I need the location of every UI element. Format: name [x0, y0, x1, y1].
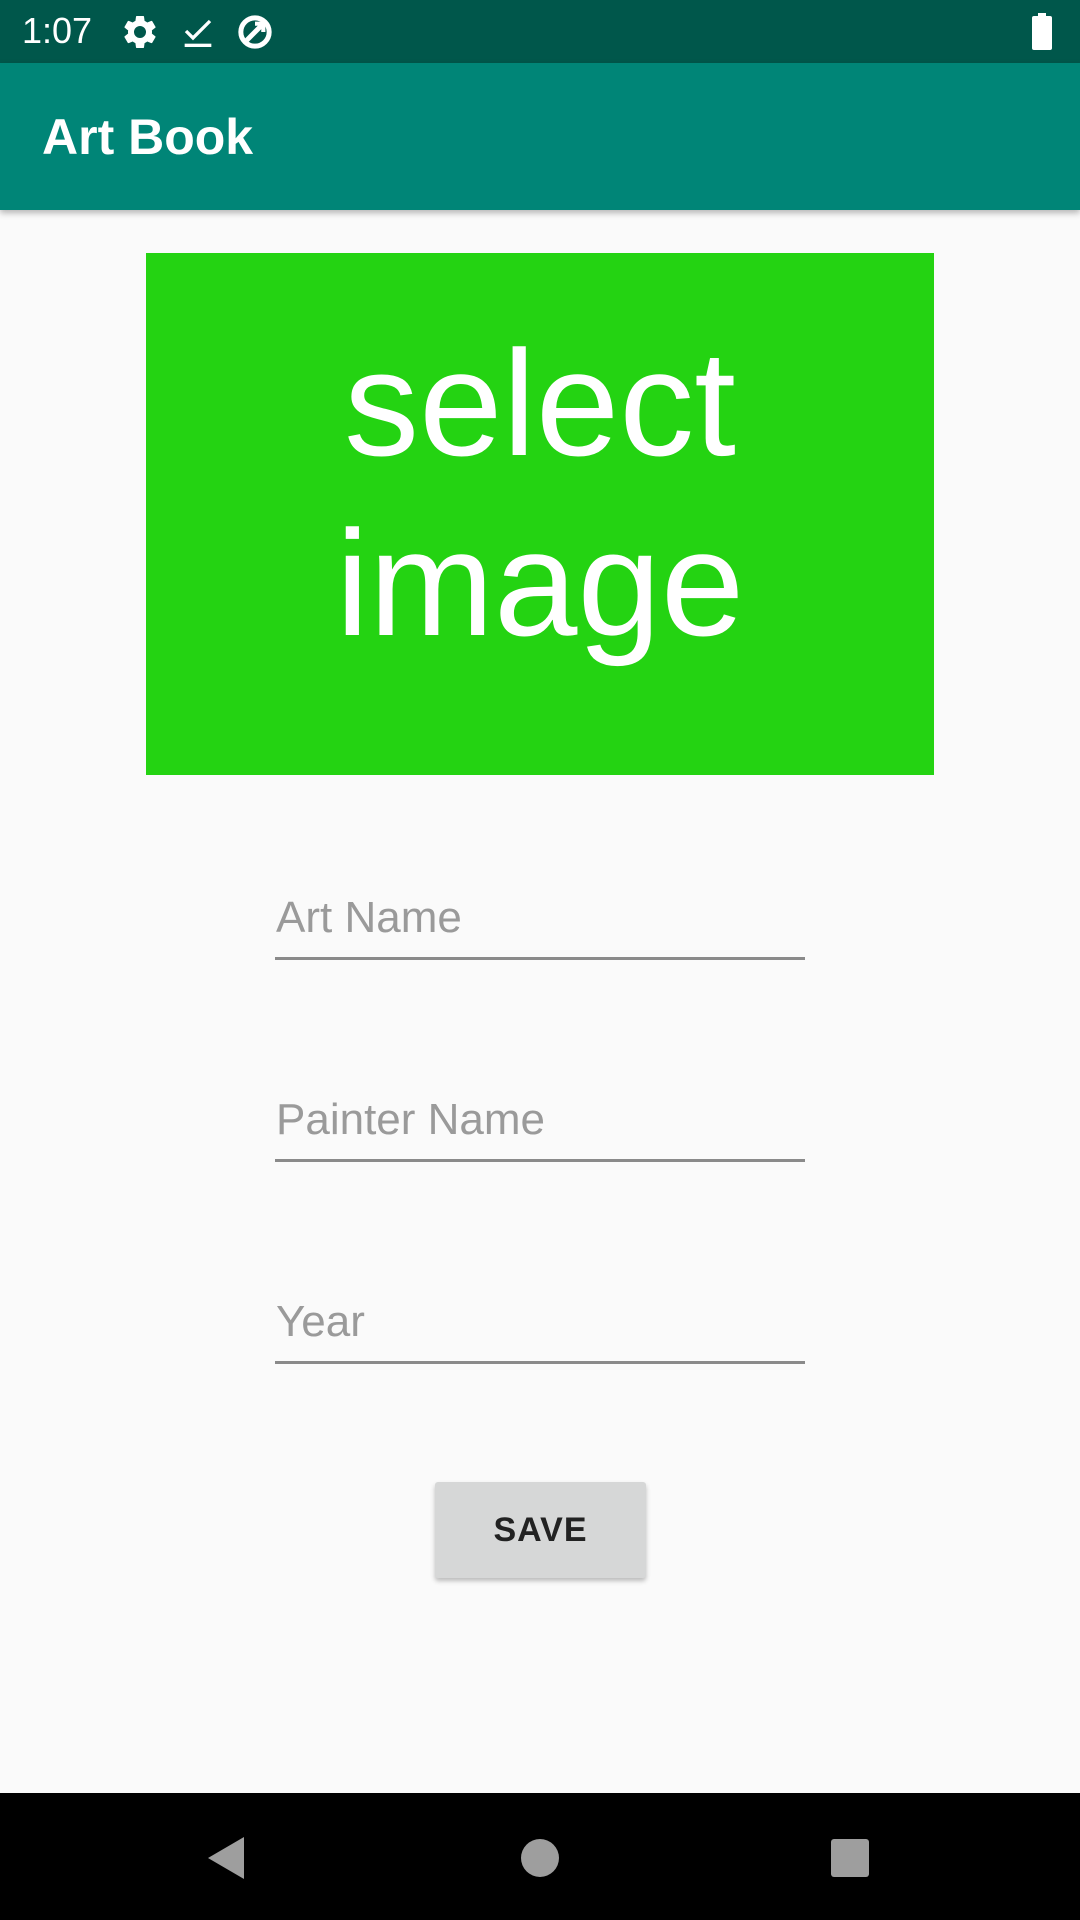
gear-icon	[120, 12, 160, 52]
recents-icon[interactable]	[815, 1823, 885, 1893]
select-image-button[interactable]: select image	[146, 253, 934, 775]
art-name-field[interactable]	[275, 890, 805, 960]
navigation-bar	[0, 1793, 1080, 1920]
status-bar: 1:07	[0, 0, 1080, 63]
battery-icon	[1030, 12, 1064, 52]
home-icon[interactable]	[505, 1823, 575, 1893]
app-bar: Art Book	[0, 63, 1080, 210]
data-saver-icon	[235, 12, 275, 52]
status-time: 1:07	[22, 10, 93, 51]
year-field[interactable]	[275, 1294, 805, 1364]
save-button[interactable]: SAVE	[435, 1482, 646, 1578]
select-image-line2: image	[335, 499, 745, 667]
app-title: Art Book	[42, 109, 254, 165]
select-image-line1: select	[344, 319, 736, 487]
download-check-icon	[178, 12, 218, 52]
art-name-field-container	[275, 890, 805, 960]
year-field-container	[275, 1294, 805, 1364]
painter-name-field-container	[275, 1092, 805, 1162]
back-icon[interactable]	[190, 1823, 260, 1893]
painter-name-field[interactable]	[275, 1092, 805, 1162]
screen: 1:07 Art Book select image SAVE	[0, 0, 1080, 1920]
